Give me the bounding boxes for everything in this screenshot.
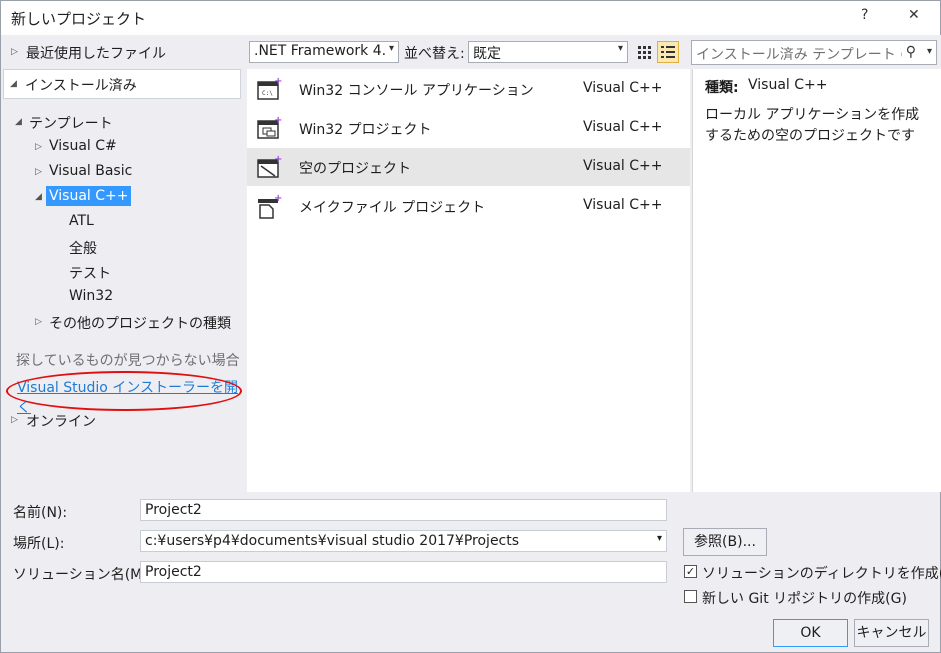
template-list: C:\ ++ Win32 コンソール アプリケーション Visual C++ +… bbox=[247, 69, 690, 492]
tree-item-other-types[interactable]: その他のプロジェクトの種類 bbox=[49, 313, 231, 333]
solution-name-label: ソリューション名(M): bbox=[13, 567, 153, 583]
chevron-right-icon[interactable]: ▷ bbox=[11, 47, 18, 57]
template-search-input[interactable]: インストール済み テンプレート の検索 ⚲ ▾ bbox=[691, 40, 937, 65]
tree-item-visual-cpp[interactable]: Visual C++ bbox=[46, 186, 132, 206]
framework-select[interactable]: .NET Framework 4. ▾ bbox=[249, 41, 399, 63]
template-language: Visual C++ bbox=[583, 197, 663, 213]
svg-text:++: ++ bbox=[274, 76, 283, 87]
create-directory-label[interactable]: ソリューションのディレクトリを作成(D) bbox=[702, 563, 941, 583]
template-tree-panel: ▷ 最近使用したファイル ◢ インストール済み ◢ テンプレート ▷ Visua… bbox=[1, 35, 243, 491]
list-view-button[interactable] bbox=[657, 41, 679, 63]
git-repo-label[interactable]: 新しい Git リポジトリの作成(G) bbox=[702, 588, 907, 608]
template-language: Visual C++ bbox=[583, 158, 663, 174]
console-app-icon: C:\ ++ bbox=[257, 76, 283, 100]
project-settings-form: 名前(N): Project2 場所(L): c:¥users¥p4¥docum… bbox=[1, 492, 941, 652]
solution-name-field[interactable]: Project2 bbox=[140, 561, 667, 583]
template-name: Win32 コンソール アプリケーション bbox=[299, 83, 534, 99]
tree-item-atl[interactable]: ATL bbox=[69, 213, 94, 229]
details-type-label: 種類: bbox=[705, 80, 739, 96]
not-found-hint: 探しているものが見つからない場合 bbox=[16, 353, 240, 369]
dropdown-arrow-icon[interactable]: ▾ bbox=[927, 46, 932, 57]
dropdown-arrow-icon: ▾ bbox=[388, 43, 394, 54]
chevron-right-icon[interactable]: ▷ bbox=[35, 142, 42, 152]
tree-item-installed[interactable]: ◢ インストール済み bbox=[3, 69, 241, 99]
new-project-dialog: 新しいプロジェクト ? ✕ ▷ 最近使用したファイル ◢ インストール済み ◢ … bbox=[0, 0, 941, 653]
location-value: c:¥users¥p4¥documents¥visual studio 2017… bbox=[145, 533, 520, 549]
details-description: ローカル アプリケーションを作成するための空のプロジェクトです bbox=[705, 107, 920, 144]
search-icon[interactable]: ⚲ bbox=[906, 44, 916, 60]
template-row[interactable]: ++ メイクファイル プロジェクト Visual C++ bbox=[247, 187, 690, 225]
template-details-panel: 種類: Visual C++ ローカル アプリケーションを作成するための空のプロ… bbox=[692, 69, 941, 492]
create-directory-checkbox[interactable]: ✓ bbox=[684, 565, 697, 578]
tree-item-templates[interactable]: テンプレート bbox=[29, 113, 113, 133]
template-toolbar: .NET Framework 4. ▾ 並べ替え: 既定 ▾ インストール済み … bbox=[247, 35, 941, 69]
tree-item-visual-basic[interactable]: Visual Basic bbox=[49, 163, 132, 179]
chevron-down-icon[interactable]: ◢ bbox=[35, 192, 42, 202]
dropdown-arrow-icon[interactable]: ▾ bbox=[657, 533, 662, 544]
tree-item-installed-label: インストール済み bbox=[25, 78, 137, 94]
list-view-icon bbox=[661, 46, 675, 58]
tree-item-general[interactable]: 全般 bbox=[69, 238, 97, 258]
title-bar: 新しいプロジェクト ? ✕ bbox=[1, 1, 940, 35]
template-row[interactable]: C:\ ++ Win32 コンソール アプリケーション Visual C++ bbox=[247, 70, 690, 108]
name-field[interactable]: Project2 bbox=[140, 499, 667, 521]
ok-button[interactable]: OK bbox=[773, 619, 848, 647]
sort-select[interactable]: 既定 ▾ bbox=[468, 41, 628, 63]
chevron-right-icon[interactable]: ▷ bbox=[35, 167, 42, 177]
chevron-right-icon[interactable]: ▷ bbox=[35, 317, 42, 327]
browse-button[interactable]: 参照(B)... bbox=[683, 528, 767, 556]
chevron-down-icon[interactable]: ◢ bbox=[10, 79, 17, 89]
dialog-title: 新しいプロジェクト bbox=[11, 10, 147, 28]
chevron-down-icon[interactable]: ◢ bbox=[15, 117, 22, 127]
template-name: 空のプロジェクト bbox=[299, 161, 411, 177]
git-repo-checkbox[interactable] bbox=[684, 590, 697, 603]
details-type-value: Visual C++ bbox=[748, 77, 828, 93]
name-label: 名前(N): bbox=[13, 505, 68, 521]
cancel-button[interactable]: キャンセル bbox=[854, 619, 929, 647]
win32-project-icon: ++ bbox=[257, 115, 283, 139]
framework-value: .NET Framework 4. bbox=[254, 43, 387, 59]
template-language: Visual C++ bbox=[583, 80, 663, 96]
location-label: 場所(L): bbox=[13, 536, 65, 552]
svg-text:C:\: C:\ bbox=[262, 90, 273, 97]
sort-label: 並べ替え: bbox=[404, 46, 465, 62]
tree-item-visual-csharp[interactable]: Visual C# bbox=[49, 138, 117, 154]
tree-item-test[interactable]: テスト bbox=[69, 263, 111, 283]
sort-value: 既定 bbox=[473, 46, 501, 62]
makefile-project-icon: ++ bbox=[258, 193, 283, 219]
template-row[interactable]: ++ Win32 プロジェクト Visual C++ bbox=[247, 109, 690, 147]
dropdown-arrow-icon: ▾ bbox=[617, 43, 623, 54]
close-button[interactable]: ✕ bbox=[908, 7, 920, 23]
tree-item-win32[interactable]: Win32 bbox=[69, 288, 113, 304]
template-language: Visual C++ bbox=[583, 119, 663, 135]
template-name: Win32 プロジェクト bbox=[299, 122, 432, 138]
svg-text:++: ++ bbox=[274, 193, 283, 204]
template-name: メイクファイル プロジェクト bbox=[299, 200, 486, 216]
tree-item-recent[interactable]: 最近使用したファイル bbox=[26, 43, 166, 63]
svg-text:++: ++ bbox=[274, 115, 283, 126]
location-field[interactable]: c:¥users¥p4¥documents¥visual studio 2017… bbox=[140, 530, 667, 552]
template-row-selected[interactable]: ++ 空のプロジェクト Visual C++ bbox=[247, 148, 690, 186]
small-icons-view-icon[interactable] bbox=[636, 44, 652, 60]
help-button[interactable]: ? bbox=[861, 7, 868, 23]
empty-project-icon: ++ bbox=[257, 154, 283, 178]
search-placeholder: インストール済み テンプレート の検索 bbox=[696, 47, 902, 63]
tree-item-online[interactable]: オンライン bbox=[26, 411, 96, 431]
chevron-right-icon[interactable]: ▷ bbox=[11, 415, 18, 425]
svg-text:++: ++ bbox=[274, 154, 283, 165]
